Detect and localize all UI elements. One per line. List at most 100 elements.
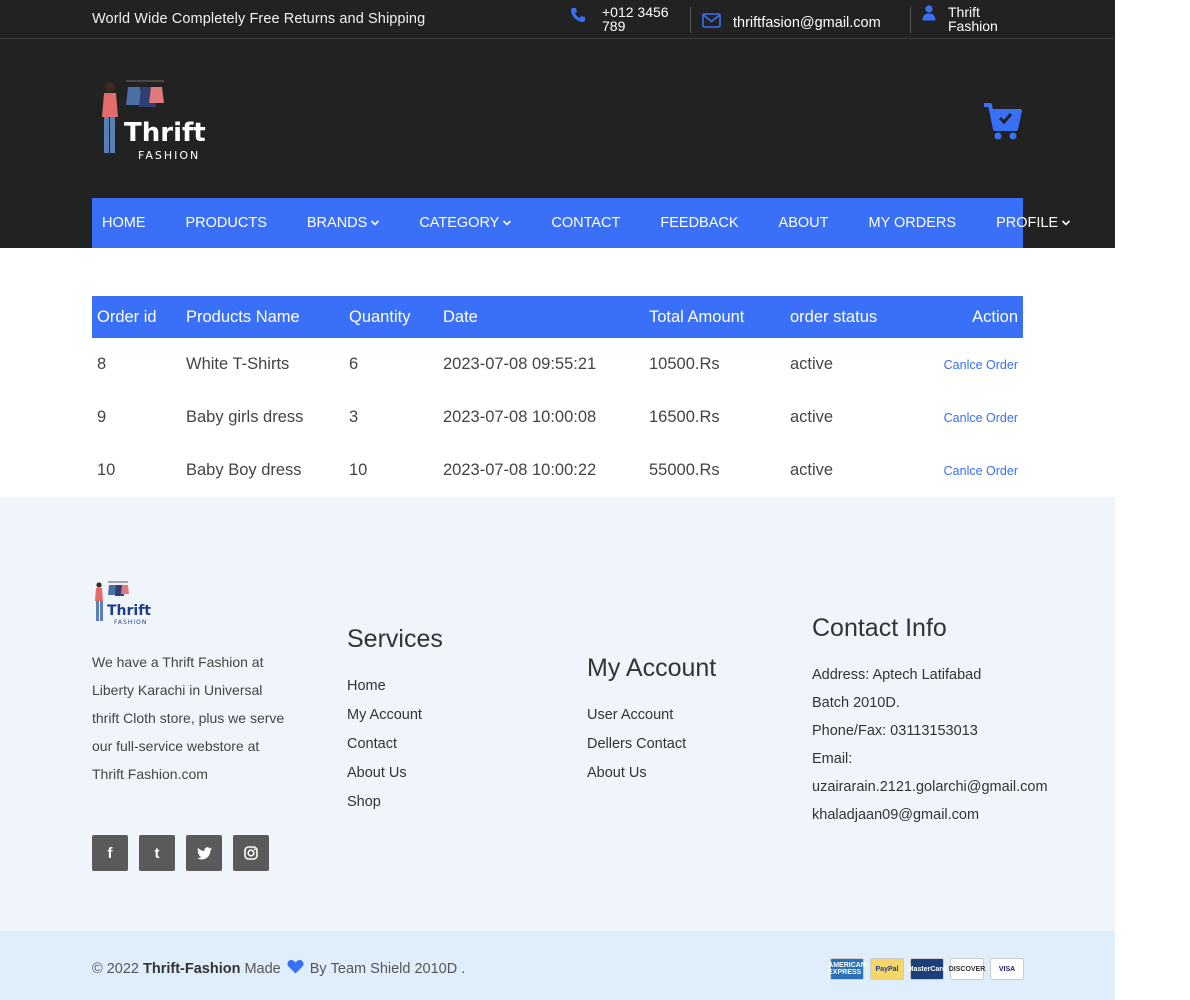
facebook-icon[interactable]: f <box>92 835 128 871</box>
logo-subtext: FASHION <box>138 149 200 162</box>
envelope-icon <box>702 13 721 33</box>
order-date: 2023-07-08 10:00:08 <box>443 408 597 426</box>
total-amount: 55000.Rs <box>649 461 720 479</box>
footer-services: Services Home My Account Contact About U… <box>347 625 443 817</box>
column-header-status: order status <box>785 296 905 338</box>
column-header-total: Total Amount <box>644 296 785 338</box>
footer-about-text: We have a Thrift Fashion at Liberty Kara… <box>92 654 285 782</box>
nav-item-home[interactable]: HOME <box>92 215 156 231</box>
column-header-quantity: Quantity <box>344 296 438 338</box>
footer-link-home[interactable]: Home <box>347 672 443 701</box>
column-header-date: Date <box>438 296 644 338</box>
copyright-team: Team Shield 2010D . <box>330 960 466 977</box>
chevron-down-icon <box>503 218 512 228</box>
site-footer: Thrift FASHION We have a Thrift Fashion … <box>0 497 1115 931</box>
nav-item-brands[interactable]: BRANDS <box>297 215 389 231</box>
user-icon <box>922 5 936 26</box>
order-id: 10 <box>97 461 116 479</box>
contact-email-2[interactable]: khaladjaan09@gmail.com <box>812 801 1048 829</box>
payment-card-visa: VISA <box>990 958 1024 980</box>
nav-item-label: PROFILE <box>996 215 1059 231</box>
order-status: active <box>790 408 834 426</box>
footer-link-about-us[interactable]: About Us <box>587 759 716 788</box>
contact-address: Address: Aptech Latifabad <box>812 667 982 683</box>
copyright-brand: Thrift-Fashion <box>142 960 241 977</box>
nav-item-contact[interactable]: CONTACT <box>541 215 630 231</box>
cart-icon[interactable] <box>982 101 1022 141</box>
divider <box>690 7 691 33</box>
site-header: Thrift FASHION HOME PRODUCTS BRANDS CATEGOR… <box>0 39 1115 248</box>
cancel-order-link[interactable]: Canlce Order <box>944 411 1018 425</box>
action-cell: Canlce Order <box>905 338 1023 391</box>
nav-item-label: CONTACT <box>551 215 621 231</box>
contact-phone: Phone/Fax: 03113153013 <box>812 723 978 739</box>
footer-link-about-us[interactable]: About Us <box>347 759 443 788</box>
page: World Wide Completely Free Returns and S… <box>0 0 1115 1000</box>
site-logo[interactable]: Thrift FASHION <box>96 75 211 165</box>
footer-logo[interactable]: Thrift FASHION <box>92 579 154 627</box>
main-navigation: HOME PRODUCTS BRANDS CATEGORY CONTACT FEEDBAC… <box>92 198 1071 248</box>
footer-link-user-account[interactable]: User Account <box>587 701 716 730</box>
column-header-order-id: Order id <box>92 296 181 338</box>
footer-link-contact[interactable]: Contact <box>347 730 443 759</box>
column-header-action: Action <box>905 296 1023 338</box>
order-date: 2023-07-08 10:00:22 <box>443 461 597 479</box>
cancel-order-link[interactable]: Canlce Order <box>944 464 1018 478</box>
column-header-product: Products Name <box>181 296 344 338</box>
phone-number: +012 3456 789 <box>602 4 669 34</box>
nav-item-label: PRODUCTS <box>185 215 267 231</box>
order-date: 2023-07-08 09:55:21 <box>443 355 597 373</box>
order-id: 9 <box>97 408 107 426</box>
nav-item-about[interactable]: ABOUT <box>769 215 839 231</box>
copyright-bar: © 2022 Thrift-Fashion Made By Team Shiel… <box>0 931 1115 1000</box>
footer-contact-info: Contact Info Address: Aptech Latifabad B… <box>812 614 1048 829</box>
quantity: 3 <box>349 408 359 426</box>
promo-text: World Wide Completely Free Returns and S… <box>92 11 426 27</box>
order-id: 8 <box>97 355 107 373</box>
table-row: 8 White T-Shirts 6 2023-07-08 09:55:21 1… <box>92 338 1023 391</box>
nav-item-label: ABOUT <box>778 215 829 231</box>
payment-card-mastercard: MasterCard <box>908 958 946 980</box>
footer-logo-subtext: FASHION <box>114 619 147 626</box>
payment-methods: AMERICAN EXPRESS PayPal MasterCard DISCOVER… <box>828 958 1024 980</box>
quantity: 10 <box>349 461 368 479</box>
payment-card-american-express: AMERICAN EXPRESS <box>828 958 866 980</box>
user-account-link[interactable]: Thrift Fashion <box>922 5 1008 33</box>
nav-item-feedback[interactable]: FEEDBACK <box>650 215 748 231</box>
instagram-icon[interactable] <box>233 835 269 871</box>
contact-email-label: Email: <box>812 751 853 767</box>
tumblr-icon[interactable]: t <box>139 835 175 871</box>
footer-link-shop[interactable]: Shop <box>347 788 443 817</box>
footer-link-my-account[interactable]: My Account <box>347 701 443 730</box>
footer-link-dellers-contact[interactable]: Dellers Contact <box>587 730 716 759</box>
services-heading: Services <box>347 625 443 653</box>
chevron-down-icon <box>1062 218 1071 228</box>
nav-item-profile[interactable]: PROFILE <box>986 215 1080 231</box>
chevron-down-icon <box>371 218 380 228</box>
nav-item-my-orders[interactable]: MY ORDERS <box>859 215 967 231</box>
contact-batch: Batch 2010D. <box>812 695 900 711</box>
table-header-row: Order id Products Name Quantity Date Tot… <box>92 296 1023 338</box>
nav-item-category[interactable]: CATEGORY <box>409 215 521 231</box>
nav-item-products[interactable]: PRODUCTS <box>176 215 277 231</box>
divider <box>910 7 911 33</box>
product-name: White T-Shirts <box>186 355 290 373</box>
email-contact[interactable]: thriftfasion@gmail.com <box>702 13 881 33</box>
twitter-icon[interactable] <box>186 835 222 871</box>
phone-contact[interactable]: +012 3456 789 <box>570 5 682 33</box>
phone-icon <box>570 7 586 28</box>
user-name: Thrift Fashion <box>948 4 998 34</box>
contact-email-1[interactable]: uzairarain.2121.golarchi@gmail.com <box>812 773 1048 801</box>
action-cell: Canlce Order <box>905 444 1023 497</box>
total-amount: 16500.Rs <box>649 408 720 426</box>
copyright-prefix: © 2022 <box>92 960 139 977</box>
cancel-order-link[interactable]: Canlce Order <box>944 358 1018 372</box>
nav-item-label: CATEGORY <box>419 215 500 231</box>
order-status: active <box>790 461 834 479</box>
footer-my-account: My Account User Account Dellers Contact … <box>587 654 716 788</box>
social-links: f t <box>92 835 269 871</box>
contact-info-heading: Contact Info <box>812 614 947 642</box>
copyright-text: © 2022 Thrift-Fashion Made By Team Shiel… <box>92 959 465 978</box>
nav-item-label: BRANDS <box>306 215 368 231</box>
order-status: active <box>790 355 834 373</box>
